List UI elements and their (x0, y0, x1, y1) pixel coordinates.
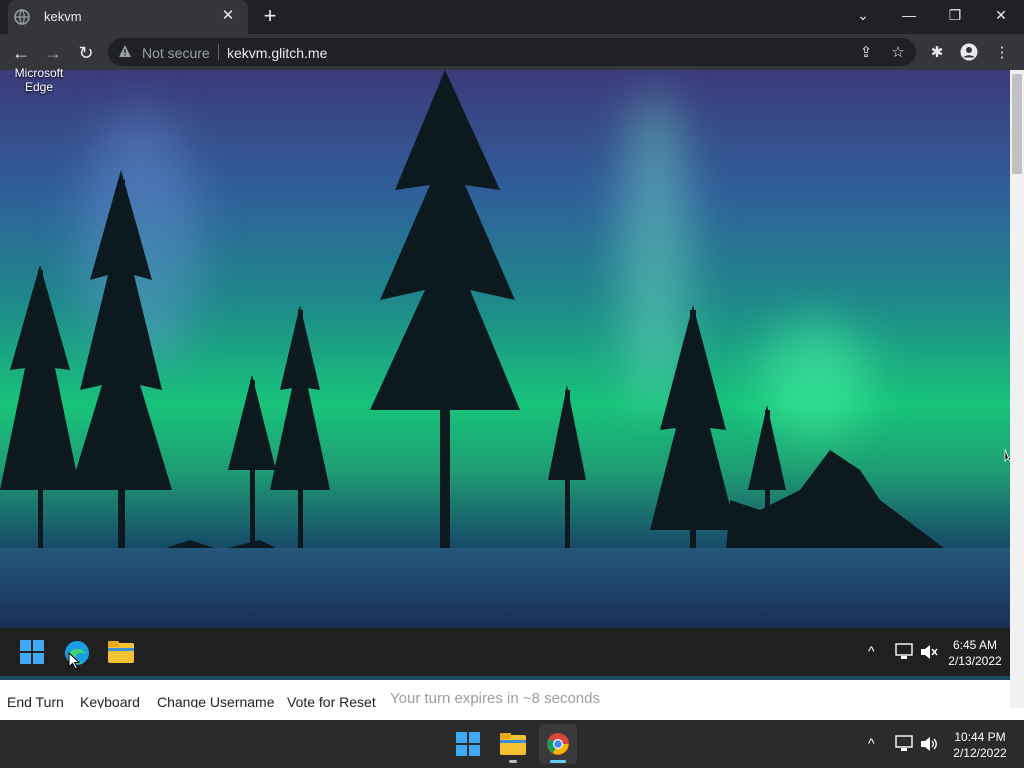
running-indicator (509, 760, 517, 763)
tab-title: kekvm (44, 9, 82, 24)
restore-button[interactable]: ❐ (932, 0, 978, 32)
windows-start-icon[interactable] (20, 640, 44, 664)
extensions-icon[interactable]: ✱ (928, 44, 946, 62)
omnibox-divider (218, 44, 219, 60)
profile-icon[interactable] (960, 43, 978, 61)
reload-button[interactable]: ↻ (75, 42, 97, 64)
remote-taskbar (0, 628, 1010, 676)
tray-chevron-icon[interactable]: ^ (868, 643, 875, 659)
minimize-button[interactable]: — (886, 0, 932, 32)
file-explorer-icon[interactable] (500, 733, 526, 755)
url-text[interactable]: kekvm.glitch.me (227, 45, 327, 61)
bookmark-star-icon[interactable]: ☆ (889, 44, 907, 62)
desktop-icon-label[interactable]: Microsoft Edge (8, 66, 70, 94)
remote-clock[interactable]: 6:45 AM 2/13/2022 (944, 637, 1006, 669)
file-explorer-icon[interactable] (108, 641, 134, 663)
globe-icon (14, 9, 30, 25)
tray-chevron-icon[interactable]: ^ (868, 735, 875, 751)
tab-close-icon[interactable]: ✕ (218, 6, 238, 26)
remote-date: 2/13/2022 (948, 654, 1002, 668)
host-date: 2/12/2022 (953, 746, 1007, 760)
forest-silhouette (0, 70, 1010, 628)
host-clock[interactable]: 10:44 PM 2/12/2022 (944, 729, 1016, 761)
turn-status-text: Your turn expires in ~8 seconds (390, 690, 600, 707)
volume-muted-icon[interactable] (920, 644, 938, 660)
network-icon[interactable] (894, 735, 914, 753)
share-icon[interactable]: ⇪ (857, 44, 875, 62)
forward-button[interactable]: → (42, 42, 64, 64)
menu-icon[interactable]: ⋮ (993, 44, 1011, 62)
mouse-cursor-icon (68, 652, 80, 670)
snow-ground (0, 548, 1010, 628)
back-button[interactable]: ← (10, 42, 32, 64)
scrollbar-thumb[interactable] (1012, 74, 1022, 174)
horizontal-scrollbar[interactable] (0, 708, 1024, 720)
windows-start-icon[interactable] (456, 732, 480, 756)
remote-desktop-wallpaper[interactable] (0, 70, 1010, 628)
volume-icon[interactable] (920, 736, 938, 752)
close-window-button[interactable]: ✕ (978, 0, 1024, 32)
remote-time: 6:45 AM (952, 638, 998, 652)
warning-icon[interactable] (118, 44, 132, 58)
active-indicator (550, 760, 566, 763)
network-icon[interactable] (894, 643, 914, 661)
new-tab-button[interactable]: + (258, 5, 282, 29)
tab-search-button[interactable]: ⌄ (840, 0, 886, 32)
chrome-icon[interactable] (546, 732, 570, 756)
security-status[interactable]: Not secure (142, 45, 210, 61)
host-time: 10:44 PM (954, 730, 1006, 744)
